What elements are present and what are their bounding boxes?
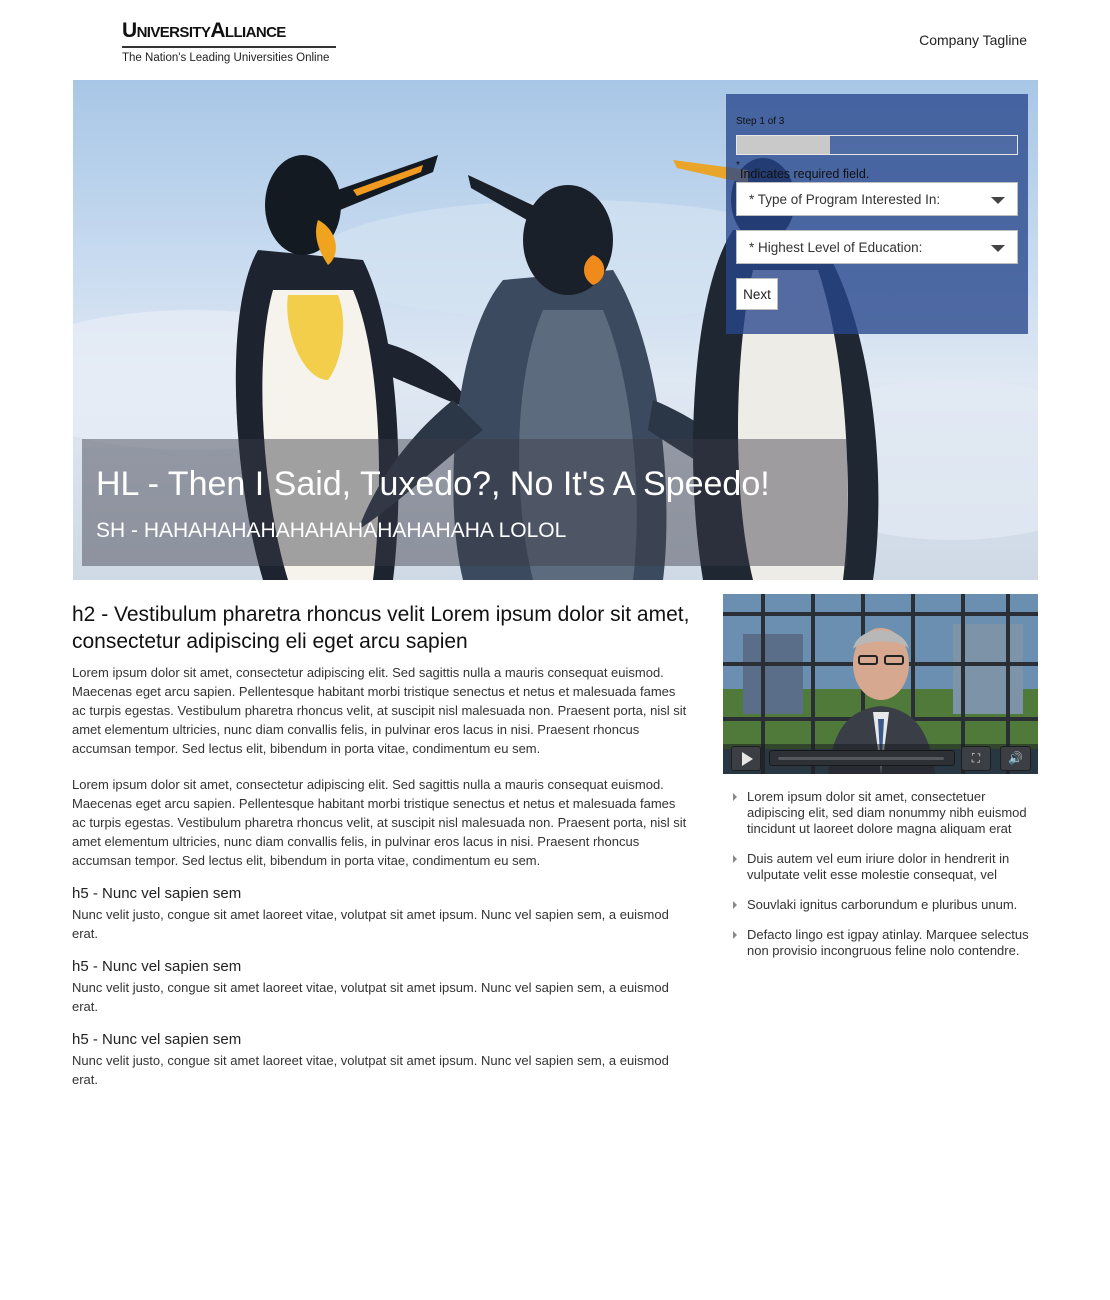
- subsection-text: Nunc velit justo, congue sit amet laoree…: [72, 980, 669, 1014]
- required-star: *: [736, 160, 740, 171]
- list-item: Duis autem vel eum iriure dolor in hendr…: [733, 851, 1039, 883]
- section-heading: h2 - Vestibulum pharetra rhoncus velit L…: [72, 603, 690, 653]
- video-player[interactable]: ⛶ 🔊: [723, 594, 1038, 774]
- logo-wordmark: UniversityAlliance: [122, 19, 286, 42]
- hero-subheadline: SH - HAHAHAHAHAHAHAHAHAHAHAHA LOLOL: [96, 519, 567, 542]
- bullet-arrow-icon: [733, 793, 737, 801]
- subsection-heading: h5 - Nunc vel sapien sem: [72, 958, 242, 975]
- list-item: Souvlaki ignitus carborundum e pluribus …: [733, 897, 1039, 913]
- subsection-heading: h5 - Nunc vel sapien sem: [72, 1031, 242, 1048]
- play-icon[interactable]: [731, 746, 761, 771]
- subsection-text: Nunc velit justo, congue sit amet laoree…: [72, 1053, 669, 1087]
- chevron-down-icon: [991, 245, 1005, 252]
- education-level-select-value: * Highest Level of Education:: [749, 240, 923, 255]
- list-item-text: Lorem ipsum dolor sit amet, consectetuer…: [747, 789, 1027, 836]
- university-alliance-logo[interactable]: UniversityAlliance The Nation's Leading …: [122, 18, 338, 65]
- hero-headline: HL - Then I Said, Tuxedo?, No It's A Spe…: [96, 465, 770, 503]
- body-paragraph: Lorem ipsum dolor sit amet, consectetur …: [72, 665, 687, 756]
- hero-caption: HL - Then I Said, Tuxedo?, No It's A Spe…: [82, 439, 847, 566]
- company-tagline: Company Tagline: [919, 32, 1027, 48]
- program-type-select[interactable]: * Type of Program Interested In:: [736, 182, 1018, 216]
- subsection-heading: h5 - Nunc vel sapien sem: [72, 885, 242, 902]
- bullet-arrow-icon: [733, 931, 737, 939]
- chevron-down-icon: [991, 197, 1005, 204]
- logo-subtitle: The Nation's Leading Universities Online: [122, 52, 330, 64]
- video-controls: ⛶ 🔊: [723, 742, 1038, 774]
- subsection-text: Nunc velit justo, congue sit amet laoree…: [72, 907, 669, 941]
- list-item: Defacto lingo est igpay atinlay. Marquee…: [733, 927, 1039, 959]
- video-seek-bar[interactable]: [769, 750, 955, 766]
- hero-banner: Step 1 of 3 * Indicates required field. …: [73, 80, 1038, 580]
- education-level-select[interactable]: * Highest Level of Education:: [736, 230, 1018, 264]
- list-item-text: Souvlaki ignitus carborundum e pluribus …: [747, 897, 1018, 912]
- list-item-text: Duis autem vel eum iriure dolor in hendr…: [747, 851, 1010, 882]
- program-type-select-value: * Type of Program Interested In:: [749, 192, 941, 207]
- lead-form-panel: Step 1 of 3 * Indicates required field. …: [726, 94, 1028, 334]
- form-progress-fill: [737, 136, 831, 154]
- required-note-text: Indicates required field.: [740, 167, 870, 181]
- required-field-note: * Indicates required field.: [736, 160, 870, 181]
- body-paragraph: Lorem ipsum dolor sit amet, consectetur …: [72, 777, 687, 868]
- fullscreen-icon[interactable]: ⛶: [961, 746, 991, 771]
- next-button[interactable]: Next: [736, 278, 778, 310]
- bullet-arrow-icon: [733, 855, 737, 863]
- main-content: h2 - Vestibulum pharetra rhoncus velit L…: [72, 601, 692, 1089]
- volume-icon[interactable]: 🔊: [1000, 746, 1031, 771]
- list-item: Lorem ipsum dolor sit amet, consectetuer…: [733, 789, 1039, 837]
- sidebar-bullet-list: Lorem ipsum dolor sit amet, consectetuer…: [733, 789, 1039, 973]
- bullet-arrow-icon: [733, 901, 737, 909]
- list-item-text: Defacto lingo est igpay atinlay. Marquee…: [747, 927, 1029, 958]
- form-progress-bar: [736, 135, 1018, 155]
- step-indicator: Step 1 of 3: [736, 116, 785, 127]
- logo-rule: [122, 46, 336, 48]
